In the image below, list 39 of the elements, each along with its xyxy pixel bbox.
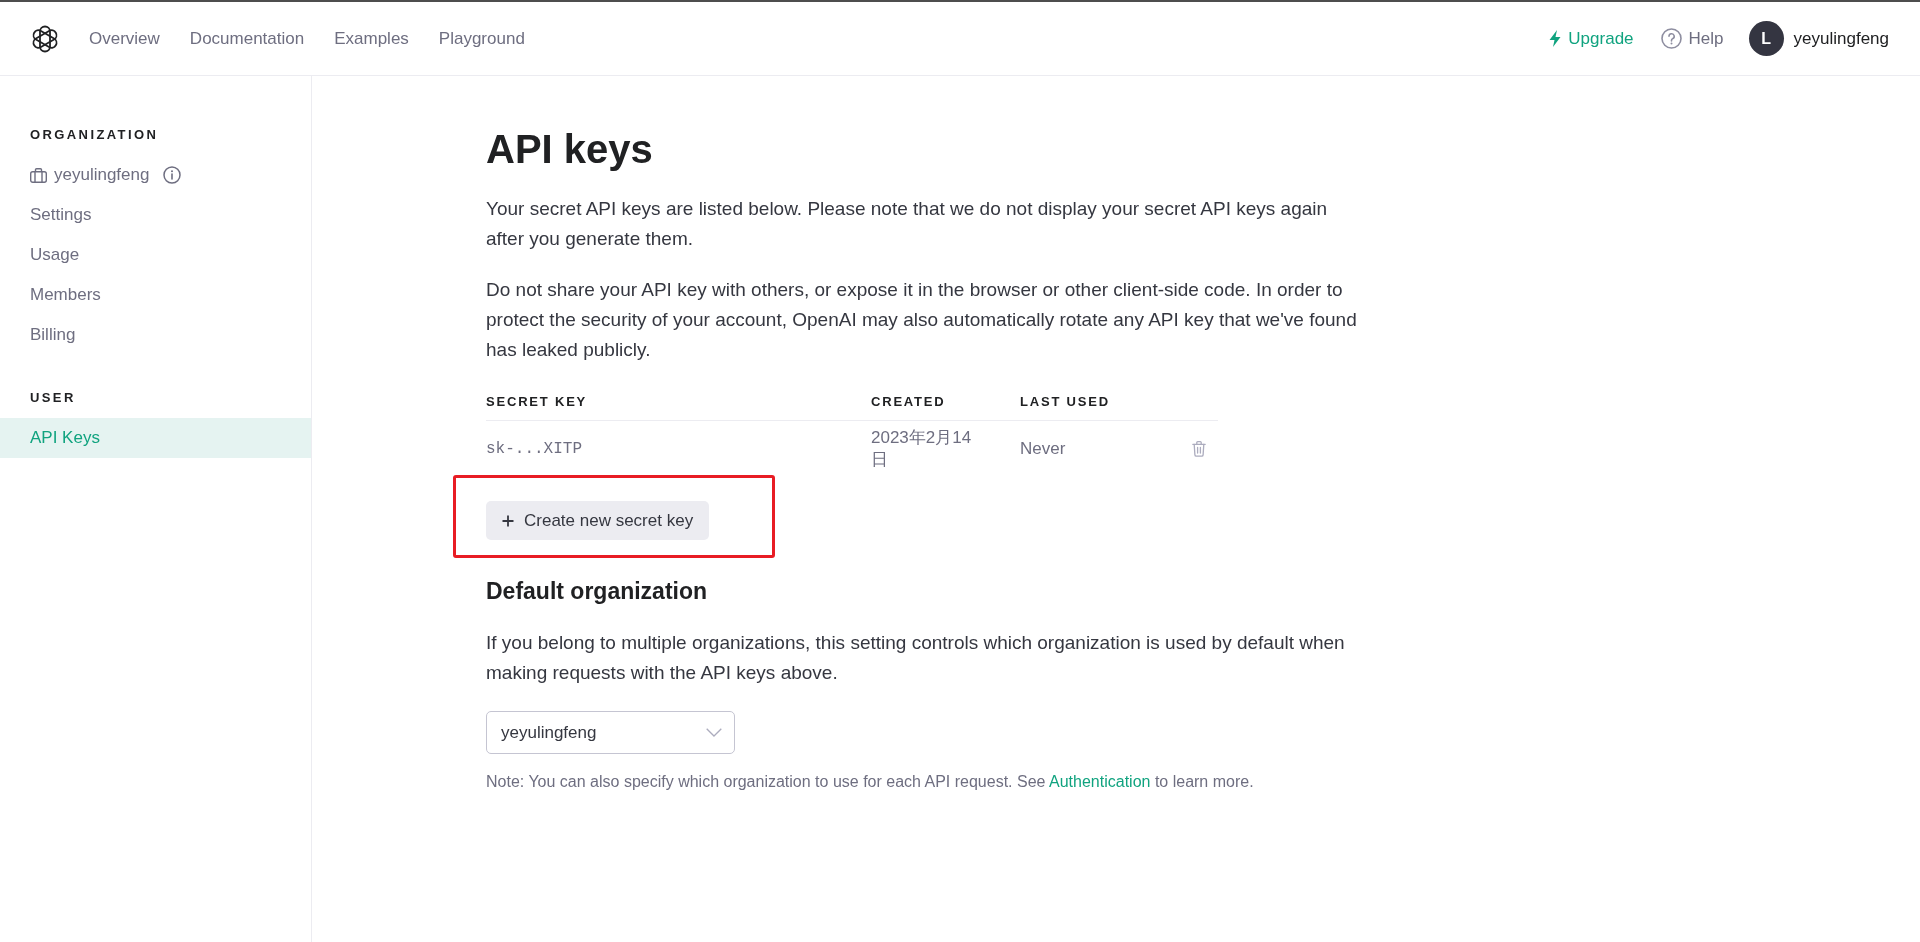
chevron-down-icon: [706, 728, 722, 737]
nav-link[interactable]: Examples: [334, 27, 409, 50]
column-header: CREATED: [871, 393, 946, 411]
column-header: LAST USED: [1020, 393, 1110, 411]
intro-paragraph: Your secret API keys are listed below. Please note that we do not display your secret API keys again after you generate them.: [486, 197, 1329, 251]
section-title: Default organization: [486, 577, 709, 606]
help-link[interactable]: Help: [1660, 27, 1724, 50]
briefcase-icon: [30, 167, 47, 183]
nav-link[interactable]: Documentation: [189, 27, 305, 50]
trash-icon[interactable]: [1192, 441, 1206, 457]
page-title: API keys: [486, 126, 654, 173]
organization-select[interactable]: yeyulingfeng: [486, 711, 735, 754]
sidebar-item[interactable]: API Keys: [0, 418, 311, 458]
sidebar-item[interactable]: Usage: [0, 235, 311, 275]
column-header: SECRET KEY: [486, 393, 588, 411]
logo-icon: [31, 24, 59, 53]
created-date-cell-text: 2023年2月14日: [871, 427, 973, 471]
note-text: Note: You can also specify which organization to use for each API request. See Authentication to learn more.: [486, 772, 1255, 792]
nav-link[interactable]: Playground: [438, 27, 525, 50]
plus-icon: [502, 514, 514, 527]
authentication-link[interactable]: Authentication: [1049, 773, 1151, 790]
lightning-bolt-icon: [1549, 30, 1562, 47]
section-heading: USER: [29, 389, 77, 407]
last-used-cell: Never: [1020, 438, 1066, 460]
sidebar-item[interactable]: Members: [0, 275, 311, 315]
description-paragraph: If you belong to multiple organizations, this setting controls which organization is used by default when making requests with the API keys above.: [486, 631, 1346, 685]
intro-paragraph: Do not share your API key with others, or expose it in the browser or other client-side code. In order to protect the security of your account, OpenAI may also automatically rotate any API key that we've found has leaked publicly.: [486, 278, 1358, 362]
info-icon: [163, 166, 182, 184]
nav-link[interactable]: Overview: [89, 27, 160, 50]
create-key-button[interactable]: Create new secret key: [486, 501, 710, 540]
help-icon: [1660, 28, 1682, 49]
section-heading: ORGANIZATION: [29, 126, 160, 144]
username[interactable]: yeyulingfeng: [1793, 28, 1889, 49]
sidebar-item[interactable]: yeyulingfeng: [30, 155, 150, 195]
user-avatar[interactable]: L: [1748, 21, 1784, 56]
upgrade-link[interactable]: Upgrade: [1549, 27, 1634, 50]
sidebar-item[interactable]: Settings: [0, 195, 311, 235]
sidebar-item[interactable]: Billing: [0, 315, 311, 355]
secret-key-cell-text: sk-...XITP: [486, 439, 582, 460]
